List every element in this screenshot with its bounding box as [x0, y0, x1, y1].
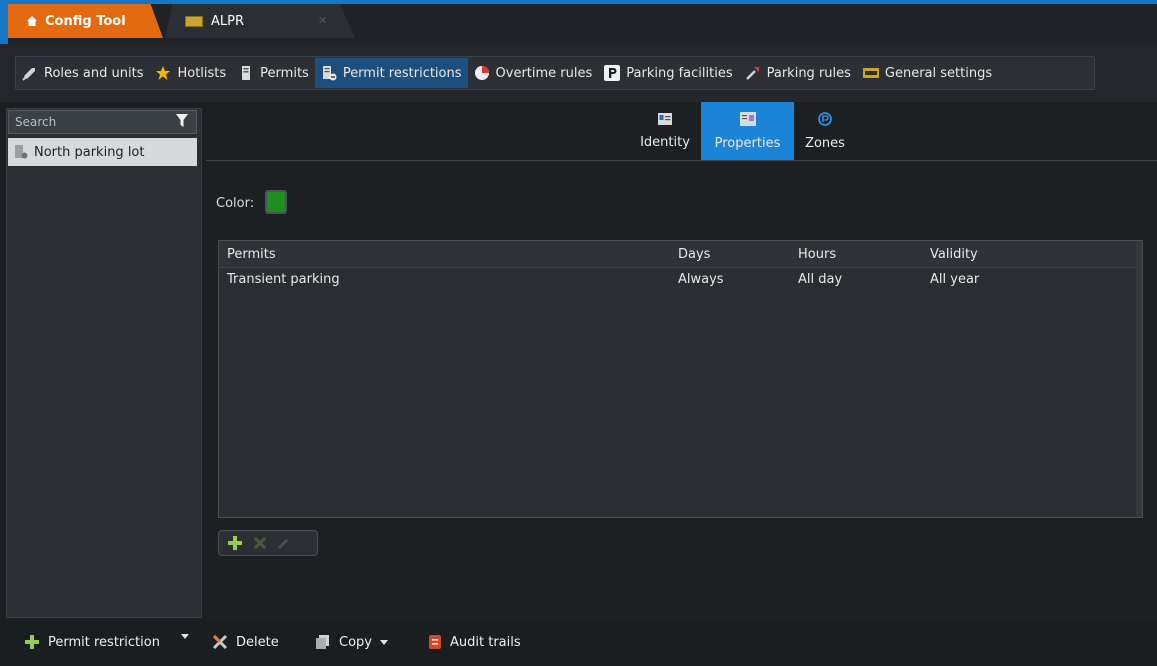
tab-zones[interactable]: Zones [800, 102, 850, 160]
audit-trails-icon [428, 634, 442, 650]
delete-x-icon [212, 634, 228, 650]
tab-identity-label: Identity [640, 134, 690, 150]
module-label: General settings [884, 65, 993, 81]
color-label: Color: [216, 196, 255, 211]
cell-permit: Transient parking [227, 272, 340, 287]
module-tabs: Roles and units Hotlists Permits Permit … [15, 56, 1095, 90]
module-label: Hotlists [177, 65, 227, 81]
module-general-settings[interactable]: General settings [857, 58, 998, 88]
module-label: Parking rules [766, 65, 851, 81]
tab-properties[interactable]: Properties [701, 102, 794, 160]
bottom-action-bar [0, 622, 1157, 666]
cell-validity: All year [930, 272, 980, 287]
cell-days: Always [678, 272, 724, 287]
row-actions [218, 530, 318, 556]
properties-icon [739, 111, 756, 130]
color-picker[interactable] [265, 190, 287, 214]
tab-zones-label: Zones [805, 135, 845, 151]
zones-icon [818, 111, 832, 130]
column-header-hours[interactable]: Hours [798, 247, 836, 262]
module-label: Permits [260, 65, 309, 81]
chevron-down-icon [379, 635, 388, 650]
delete-button[interactable]: Delete [212, 634, 279, 650]
general-settings-icon [862, 65, 879, 81]
column-header-validity[interactable]: Validity [930, 247, 978, 262]
parking-rules-icon [745, 65, 761, 81]
permits-icon [238, 65, 254, 81]
close-tab-icon[interactable]: ✕ [318, 14, 327, 27]
filter-icon[interactable] [176, 113, 188, 129]
module-label: Parking facilities [626, 65, 733, 81]
edit-row-icon[interactable] [277, 536, 291, 550]
entity-tree-panel [6, 108, 202, 618]
cell-hours: All day [798, 272, 843, 287]
audit-label: Audit trails [450, 634, 521, 650]
tab-identity[interactable]: Identity [634, 102, 696, 160]
alpr-icon [185, 15, 203, 27]
overtime-icon [474, 65, 490, 81]
hotlist-star-icon [155, 65, 171, 81]
plus-icon [24, 634, 40, 650]
copy-button[interactable]: Copy [315, 634, 388, 650]
delete-label: Delete [236, 634, 279, 650]
module-permits[interactable]: Permits [232, 58, 315, 88]
permit-restriction-icon [14, 144, 28, 160]
column-header-days[interactable]: Days [678, 247, 710, 262]
tree-item-north-parking-lot[interactable]: North parking lot [8, 138, 197, 166]
add-row-icon[interactable] [227, 535, 243, 551]
tab-config-tool-label: Config Tool [45, 13, 126, 29]
module-parking-facilities[interactable]: Parking facilities [598, 58, 738, 88]
audit-trails-button[interactable]: Audit trails [428, 634, 521, 650]
table-scrollbar[interactable] [1136, 241, 1142, 517]
chevron-down-icon[interactable] [181, 634, 189, 640]
column-header-permits[interactable]: Permits [227, 247, 276, 262]
module-label: Roles and units [44, 65, 144, 81]
remove-row-icon[interactable] [253, 536, 267, 550]
module-roles-and-units[interactable]: Roles and units [16, 58, 149, 88]
module-label: Overtime rules [495, 65, 593, 81]
identity-card-icon [658, 112, 672, 129]
tab-properties-label: Properties [714, 135, 781, 151]
module-parking-rules[interactable]: Parking rules [739, 58, 857, 88]
add-label: Permit restriction [48, 634, 160, 650]
tab-alpr-label: ALPR [211, 13, 245, 29]
module-overtime-rules[interactable]: Overtime rules [468, 58, 599, 88]
module-permit-restrictions[interactable]: Permit restrictions [314, 58, 468, 88]
tab-config-tool[interactable]: Config Tool [8, 4, 163, 38]
search-input[interactable]: Search [8, 110, 197, 134]
copy-icon [315, 634, 331, 650]
copy-label: Copy [339, 634, 372, 650]
module-label: Permit restrictions [342, 65, 462, 81]
module-hotlists[interactable]: Hotlists [149, 58, 232, 88]
add-permit-restriction-button[interactable]: Permit restriction [24, 634, 160, 650]
roles-units-icon [22, 65, 38, 81]
permit-restriction-icon [321, 65, 337, 81]
parking-p-icon [604, 65, 621, 81]
divider [206, 160, 1157, 161]
home-icon [26, 15, 38, 27]
tree-item-label: North parking lot [34, 144, 145, 160]
